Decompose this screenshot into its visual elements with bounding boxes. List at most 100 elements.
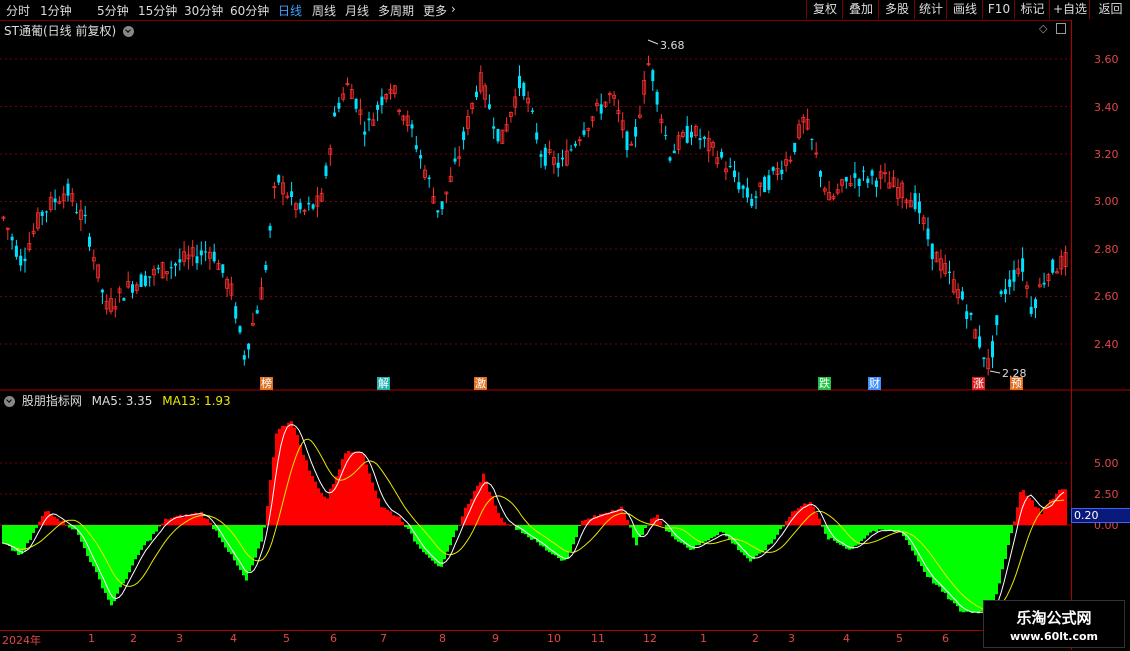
histogram-bar xyxy=(674,525,677,540)
candle xyxy=(681,130,684,138)
histogram-bar xyxy=(959,525,962,612)
histogram-bar xyxy=(140,525,143,550)
histogram-bar xyxy=(929,525,932,577)
candle xyxy=(939,250,942,279)
candle xyxy=(114,298,117,317)
candle xyxy=(191,240,194,266)
candle xyxy=(406,111,409,132)
histogram-bar xyxy=(152,525,155,534)
histogram-bar xyxy=(782,525,785,527)
histogram-bar xyxy=(626,520,629,525)
event-marker[interactable]: 榜 xyxy=(260,377,273,390)
candle xyxy=(497,129,500,144)
watermark-logo: 乐淘公式网 www.60lt.com xyxy=(983,600,1125,648)
histogram-bar xyxy=(752,525,755,559)
candle xyxy=(733,161,736,182)
event-marker[interactable]: 预 xyxy=(1010,377,1023,390)
candle xyxy=(823,186,826,195)
histogram-bar xyxy=(473,491,476,525)
high-arrow xyxy=(648,40,658,44)
candle xyxy=(570,145,573,152)
histogram-bar xyxy=(1061,489,1064,525)
event-marker[interactable]: 激 xyxy=(474,377,487,390)
date-label: 2024年 xyxy=(2,632,41,648)
candle xyxy=(673,144,676,153)
histogram-bar xyxy=(776,525,779,535)
candle xyxy=(1030,296,1033,316)
indicator-histogram xyxy=(2,421,1067,613)
chevron-down-icon[interactable] xyxy=(4,396,15,407)
histogram-bar xyxy=(584,520,587,525)
candle xyxy=(1021,247,1024,281)
event-marker[interactable]: 财 xyxy=(868,377,881,390)
histogram-bar xyxy=(563,525,566,560)
histogram-bar xyxy=(851,525,854,549)
event-marker[interactable]: 解 xyxy=(377,377,390,390)
histogram-bar xyxy=(149,525,152,540)
candle xyxy=(866,176,869,188)
candle xyxy=(871,169,874,185)
candle xyxy=(303,209,306,215)
candle xyxy=(355,98,358,113)
date-label: 11 xyxy=(591,632,605,645)
candle xyxy=(974,328,977,338)
candle xyxy=(677,131,680,154)
histogram-bar xyxy=(731,525,734,544)
candle xyxy=(651,69,654,91)
candle xyxy=(415,136,418,152)
histogram-bar xyxy=(812,507,815,525)
candle xyxy=(45,210,48,222)
histogram-bar xyxy=(488,492,491,525)
candle xyxy=(320,188,323,202)
histogram-bar xyxy=(371,482,374,525)
histogram-bar xyxy=(257,525,260,549)
candle xyxy=(1017,259,1020,276)
histogram-bar xyxy=(719,525,722,532)
event-marker[interactable]: 涨 xyxy=(972,377,985,390)
candle xyxy=(54,189,57,210)
candle xyxy=(694,124,697,138)
candle xyxy=(144,271,147,287)
candle xyxy=(1047,273,1050,287)
histogram-bar xyxy=(581,521,584,525)
candle xyxy=(441,201,444,215)
candle xyxy=(294,202,297,218)
histogram-bar xyxy=(695,525,698,545)
candle xyxy=(793,143,796,155)
candle xyxy=(669,156,672,163)
histogram-bar xyxy=(527,525,530,537)
histogram-bar xyxy=(125,525,128,579)
histogram-bar xyxy=(299,445,302,525)
candle xyxy=(643,71,646,104)
histogram-bar xyxy=(308,471,311,525)
candle xyxy=(944,255,947,277)
histogram-bar xyxy=(323,497,326,525)
indicator-title[interactable]: 股朋指标网 MA5: 3.35 MA13: 1.93 xyxy=(4,392,231,409)
histogram-bar xyxy=(713,525,716,537)
candle xyxy=(359,99,362,125)
candle xyxy=(707,131,710,162)
candle xyxy=(845,177,848,189)
candle xyxy=(982,357,985,367)
candle xyxy=(737,172,740,193)
histogram-bar xyxy=(491,496,494,525)
histogram-bar xyxy=(305,460,308,525)
candle xyxy=(716,151,719,168)
candle xyxy=(342,87,345,102)
candle xyxy=(806,109,809,131)
candle xyxy=(836,184,839,196)
high-low-markers xyxy=(648,40,1000,373)
candle xyxy=(393,85,396,98)
candle xyxy=(699,129,702,149)
histogram-bar xyxy=(161,524,164,525)
candle xyxy=(957,283,960,304)
histogram-bar xyxy=(578,525,581,526)
event-marker[interactable]: 跌 xyxy=(818,377,831,390)
candle xyxy=(819,170,822,187)
price-label: 3.00 xyxy=(1094,195,1119,208)
histogram-bar xyxy=(629,525,632,528)
ma13-value: MA13: 1.93 xyxy=(162,394,230,408)
candle xyxy=(1051,258,1054,274)
candle xyxy=(208,247,211,270)
date-label: 7 xyxy=(380,632,387,645)
